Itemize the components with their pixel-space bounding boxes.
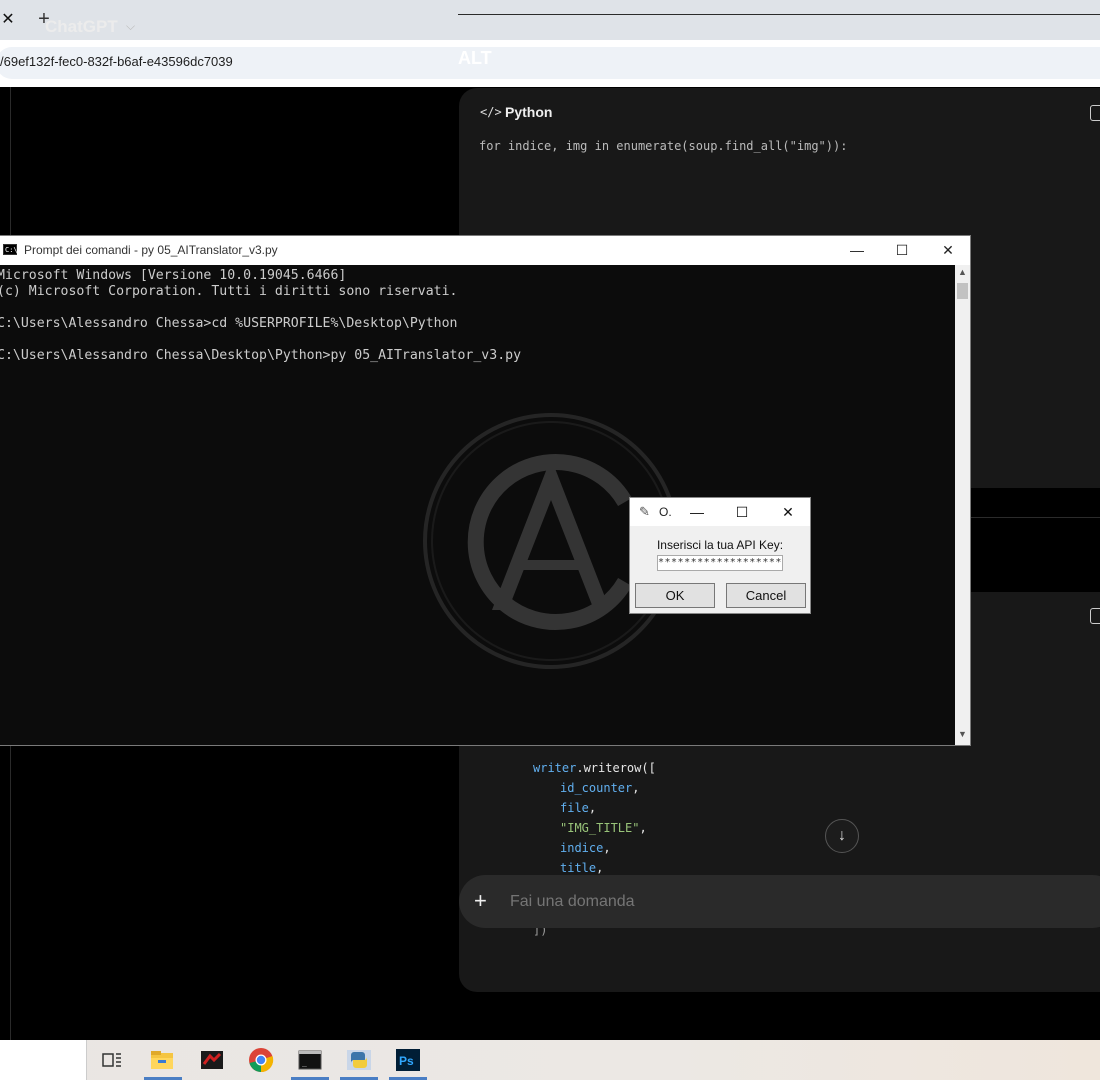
code-line: id_counter,: [560, 781, 640, 795]
message-divider: [458, 14, 1100, 15]
chevron-down-icon[interactable]: ⌵: [126, 19, 135, 34]
code-line: "IMG_TITLE",: [560, 821, 647, 835]
screen: { "browser": { "tab_close": "✕", "tab_ne…: [0, 0, 1100, 1080]
maximize-button[interactable]: ☐: [731, 502, 753, 522]
close-button[interactable]: ✕: [777, 502, 799, 522]
dialog-titlebar[interactable]: ✎ O. — ☐ ✕: [630, 498, 810, 526]
maximize-button[interactable]: ☐: [892, 240, 912, 260]
cmd-app-icon: C:\: [3, 244, 18, 255]
task-view-icon[interactable]: [98, 1046, 126, 1074]
dialog-title: O.: [659, 505, 672, 519]
minimize-button[interactable]: —: [847, 240, 867, 260]
tab-close-button[interactable]: ✕: [0, 10, 16, 30]
code-line: for indice, img in enumerate(soup.find_a…: [479, 139, 848, 153]
svg-text:_: _: [302, 1058, 307, 1067]
python-icon[interactable]: [345, 1046, 373, 1074]
scroll-thumb[interactable]: [957, 283, 968, 299]
chrome-icon[interactable]: [247, 1046, 275, 1074]
photoshop-label: Ps: [399, 1054, 414, 1068]
code-line: title,: [560, 861, 604, 875]
code-icon: </>: [480, 105, 502, 119]
copy-icon[interactable]: [1090, 608, 1100, 624]
code-line: writer.writerow([: [533, 761, 656, 775]
browser-tab-bar: ✕ +: [0, 0, 1100, 40]
photoshop-icon[interactable]: Ps: [394, 1046, 422, 1074]
url-text[interactable]: /69ef132f-fec0-832f-b6af-e43596dc7039: [0, 54, 233, 69]
prompt-input[interactable]: [510, 893, 910, 911]
code-line: indice,: [560, 841, 611, 855]
api-key-field[interactable]: ************************: [657, 555, 783, 571]
cmd-line: Microsoft Windows [Versione 10.0.19045.6…: [0, 268, 347, 283]
cmd-scrollbar[interactable]: ▲ ▼: [955, 265, 970, 745]
copy-icon[interactable]: [1090, 105, 1100, 121]
file-explorer-icon[interactable]: [148, 1046, 176, 1074]
game-app-icon[interactable]: [198, 1046, 226, 1074]
cmd-line: [0, 332, 521, 348]
code-line: file,: [560, 801, 597, 815]
scroll-down-arrow-icon[interactable]: ▼: [955, 729, 970, 743]
cmd-title: Prompt dei comandi - py 05_AITranslator_…: [24, 243, 278, 257]
api-key-label: Inserisci la tua API Key:: [656, 538, 784, 552]
cmd-line: C:\Users\Alessandro Chessa\Desktop\Pytho…: [0, 348, 522, 363]
cmd-line: (c) Microsoft Corporation. Tutti i dirit…: [0, 284, 458, 299]
cmd-output: Microsoft Windows [Versione 10.0.19045.6…: [0, 268, 521, 364]
cmd-icon-text: C:\: [5, 246, 18, 254]
close-button[interactable]: ✕: [938, 240, 958, 260]
scroll-down-button[interactable]: ↓: [825, 819, 859, 853]
section-heading: ALT: [458, 48, 492, 68]
model-selector[interactable]: ChatGPT: [45, 17, 118, 37]
feather-icon: ✎: [639, 504, 650, 519]
cmd-titlebar[interactable]: C:\ Prompt dei comandi - py 05_AITransla…: [0, 236, 970, 265]
scroll-up-arrow-icon[interactable]: ▲: [955, 267, 970, 281]
plus-icon[interactable]: +: [474, 889, 487, 913]
cancel-button[interactable]: Cancel: [726, 583, 806, 608]
code-language-label: Python: [505, 104, 553, 120]
command-prompt-icon[interactable]: _: [296, 1046, 324, 1074]
ok-button[interactable]: OK: [635, 583, 715, 608]
cmd-line: [0, 300, 521, 316]
cmd-line: C:\Users\Alessandro Chessa>cd %USERPROFI…: [0, 316, 458, 331]
taskbar: _ Ps: [0, 1040, 1100, 1080]
taskbar-search[interactable]: [0, 1040, 87, 1080]
minimize-button[interactable]: —: [686, 502, 708, 522]
api-key-dialog[interactable]: ✎ O. — ☐ ✕ Inserisci la tua API Key: ***…: [629, 497, 811, 614]
